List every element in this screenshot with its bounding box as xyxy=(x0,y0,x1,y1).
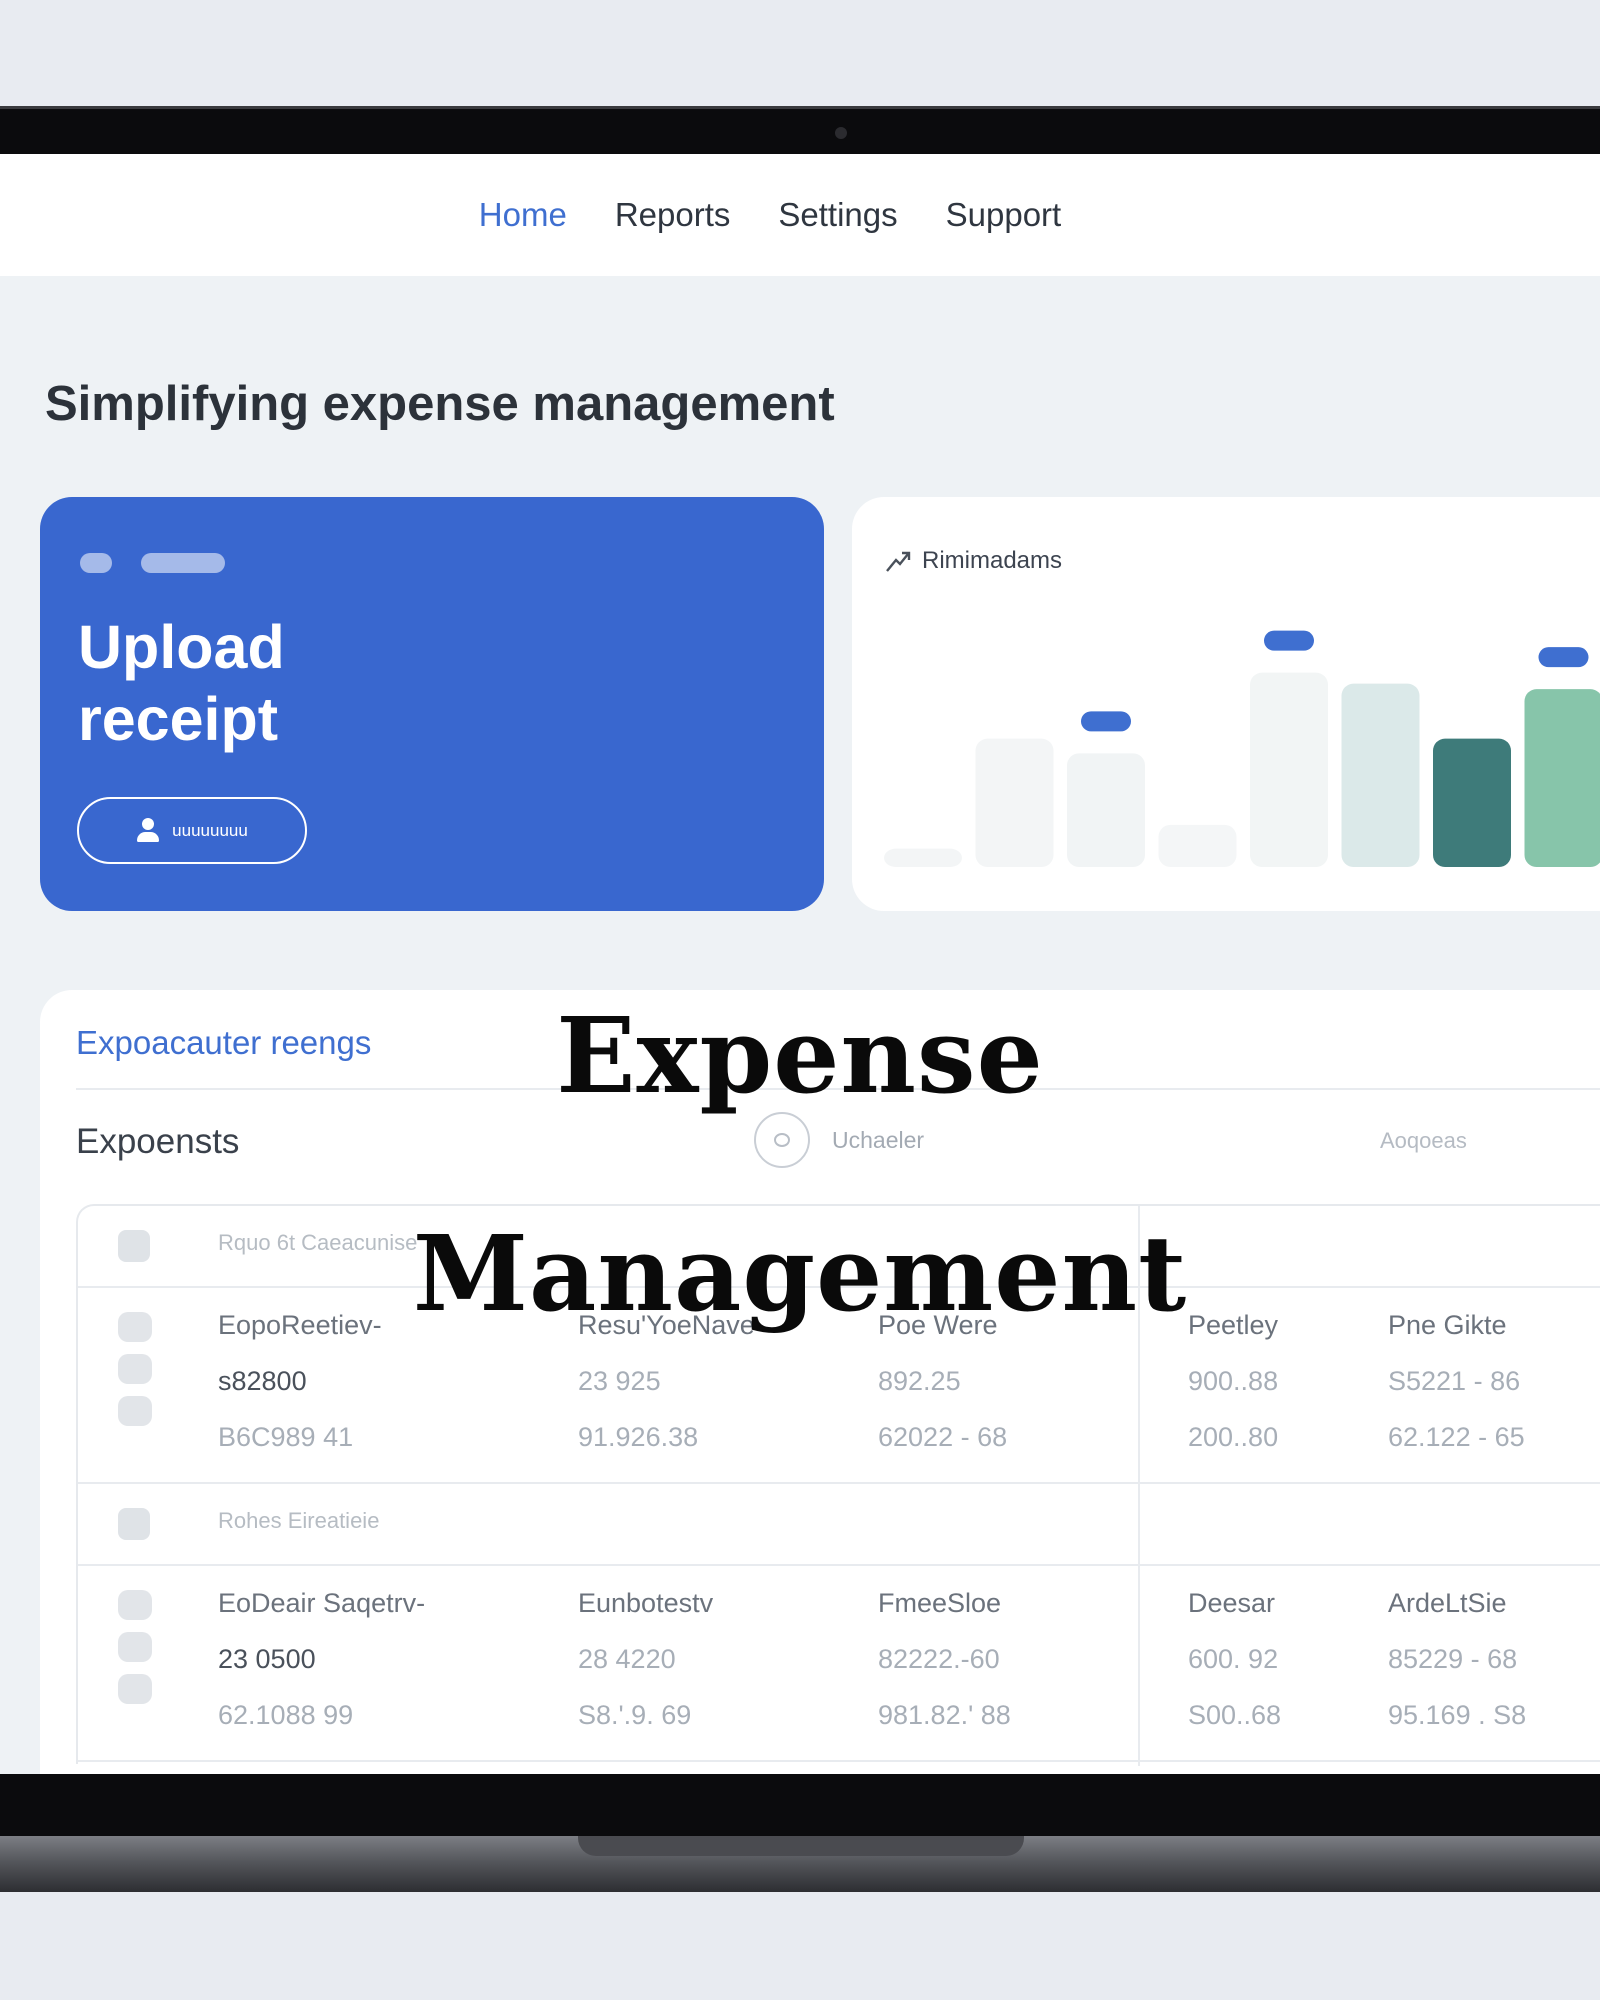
table-cell: 62.1088 99 xyxy=(218,1700,354,1730)
chart-marker-8 xyxy=(1538,647,1589,668)
upload-button[interactable]: uuuuuuuu xyxy=(77,797,307,864)
upload-receipt-card: Upload receipt uuuuuuuu xyxy=(40,497,824,911)
column-header: Eunbotestv xyxy=(578,1588,714,1618)
overlay-title-line-1: Expense xyxy=(556,994,1044,1117)
table-cell: B6C989 41 xyxy=(218,1422,354,1452)
chart-card: Rimimadams xyxy=(852,497,1600,911)
decorative-pill xyxy=(80,553,112,573)
column-header: Deesar xyxy=(1188,1588,1276,1618)
table-cell: 95.169 . S8 xyxy=(1388,1700,1527,1730)
column-header: EoDeair Saqetrv- xyxy=(218,1588,426,1618)
group-label: Rohes Eireatieie xyxy=(218,1508,380,1533)
nav-reports[interactable]: Reports xyxy=(615,196,731,234)
top-navigation: Home Reports Settings Support xyxy=(0,154,1600,276)
chart-bar-1 xyxy=(884,848,962,867)
receipt-icon xyxy=(118,1590,152,1620)
chart-bar-2 xyxy=(975,738,1054,867)
table-cell: 62022 - 68 xyxy=(878,1422,1008,1452)
chart-bar-4 xyxy=(1158,824,1237,867)
chart-header: Rimimadams xyxy=(884,547,1062,575)
table-cell: 892.25 xyxy=(878,1366,961,1396)
table-cell: 91.926.38 xyxy=(578,1422,699,1452)
receipt-icon xyxy=(118,1674,152,1704)
laptop-top-bezel xyxy=(0,106,1600,154)
nav-home[interactable]: Home xyxy=(479,196,567,234)
receipt-icon xyxy=(118,1632,152,1662)
chart-bar-3 xyxy=(1067,753,1145,867)
column-label: Aoqoeas xyxy=(1380,1128,1467,1153)
filter-label: Uchaeler xyxy=(832,1126,925,1153)
table-cell: 900..88 xyxy=(1188,1366,1279,1396)
row-icons xyxy=(118,1590,152,1716)
expenses-label: Expoensts xyxy=(76,1122,240,1161)
circle-icon[interactable] xyxy=(754,1112,810,1168)
table-cell: 62.122 - 65 xyxy=(1388,1422,1525,1452)
column-header: ArdeLtSie xyxy=(1388,1588,1507,1618)
table-cell: 85229 - 68 xyxy=(1388,1644,1518,1674)
table-cell: 200..80 xyxy=(1188,1422,1279,1452)
overlay-title-line-2: Management xyxy=(412,1212,1188,1335)
chart-bar-5 xyxy=(1250,672,1328,867)
chart-bar-7 xyxy=(1433,738,1511,867)
chart-title: Rimimadams xyxy=(922,547,1063,574)
receipt-icon xyxy=(118,1396,152,1426)
filter-control[interactable]: Uchaeler xyxy=(754,1112,924,1168)
table-cell: S00..68 xyxy=(1188,1700,1282,1730)
table-group-header[interactable]: Rohes Eireatieie xyxy=(78,1484,1600,1566)
decorative-pill xyxy=(141,553,225,573)
receipt-icon xyxy=(118,1354,152,1384)
nav-settings[interactable]: Settings xyxy=(778,196,897,234)
table-cell: 981.82.' 88 xyxy=(878,1700,1011,1730)
table-cell: s82800 xyxy=(218,1366,307,1396)
table-cell: 28 4220 xyxy=(578,1644,676,1674)
table-cell: 23 0500 xyxy=(218,1644,316,1674)
app-screen: Home Reports Settings Support Simplifyin… xyxy=(0,154,1600,1774)
folder-icon xyxy=(118,1508,150,1540)
camera-icon xyxy=(835,127,847,139)
laptop-hinge-notch xyxy=(578,1836,1024,1856)
chart-bar-8 xyxy=(1524,689,1600,867)
table-row-group: EoDeair Saqetrv- Eunbotestv FmeeSloe Dee… xyxy=(78,1566,1600,1762)
chart-marker-3 xyxy=(1081,711,1131,732)
laptop-bottom-bezel xyxy=(0,1774,1600,1844)
trend-icon xyxy=(886,551,911,572)
page-headline: Simplifying expense management xyxy=(45,377,835,431)
upload-button-label: uuuuuuuu xyxy=(172,820,248,840)
nav-support[interactable]: Support xyxy=(946,196,1062,234)
user-icon xyxy=(136,817,160,844)
chart-bar-6 xyxy=(1341,683,1420,867)
table-cell: S5221 - 86 xyxy=(1388,1366,1521,1396)
column-header: FmeeSloe xyxy=(878,1588,1002,1618)
table-cell: 82222.-60 xyxy=(878,1644,1000,1674)
table-cell: 600. 92 xyxy=(1188,1644,1279,1674)
table-cell: 23 925 xyxy=(578,1366,661,1396)
table-cell: S8.'.9. 69 xyxy=(578,1700,692,1730)
upload-card-title: Upload receipt xyxy=(78,613,285,753)
chart-marker-5 xyxy=(1264,630,1314,651)
